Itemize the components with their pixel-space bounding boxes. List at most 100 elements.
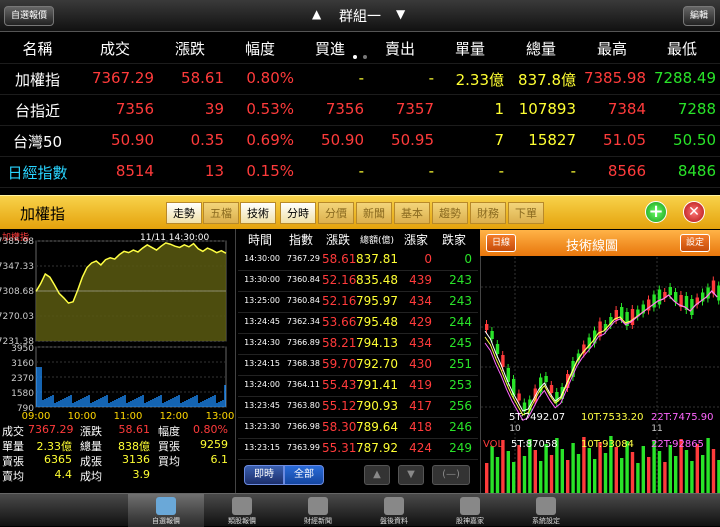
tab-4[interactable]: 分價 [318, 202, 354, 224]
tick-row[interactable]: 13:24:45 7362.34 53.66 795.48 429 244 [238, 312, 478, 334]
tick-cell: 245 [449, 336, 472, 350]
volume-bar [657, 451, 662, 493]
stat-label: 買張 [158, 440, 180, 453]
volume-bar [490, 446, 494, 493]
quote-row[interactable]: 加權指 7367.29 58.61 0.80% - - 2.33億 837.8億 7385.98… [0, 64, 720, 95]
tab-7[interactable]: 趨勢 [432, 202, 468, 224]
tick-cell: 794.13 [356, 336, 398, 350]
candle-body [630, 309, 635, 325]
tick-cell: 13:24:30 [244, 338, 280, 347]
volume-bar [684, 450, 689, 493]
daily-button[interactable]: 日線 [486, 234, 517, 252]
price-tick-label: 7385.98 [0, 237, 34, 247]
candlestick-chart[interactable]: 5T:7492.07 10T:7533.20 22T:7475.90 10 11 VOL 5… [481, 257, 720, 493]
bottom-nav: 自選報價 類股報價 財經新聞 盤後資料 股神嘉家 系統設定 [0, 493, 720, 527]
settings-button[interactable]: 設定 [680, 234, 711, 252]
tick-cell: 13:24:00 [244, 380, 280, 389]
column-header: 賣出 [384, 40, 415, 58]
tab-6[interactable]: 基本 [394, 202, 430, 224]
page-indicator-dot [353, 55, 357, 59]
quote-cell: 0.35 [190, 131, 224, 149]
nav-label: 股神嘉家 [456, 517, 484, 525]
tick-cell: 837.81 [356, 252, 398, 266]
tab-0[interactable]: 走勢 [166, 202, 202, 224]
nav-item-3[interactable]: 盤後資料 [356, 494, 432, 527]
candle-body [490, 331, 494, 339]
candle-body [690, 299, 694, 315]
nav-item-1[interactable]: 類股報價 [204, 494, 280, 527]
nav-item-2[interactable]: 財經新聞 [280, 494, 356, 527]
nav-label: 類股報價 [228, 517, 256, 525]
tick-row[interactable]: 13:25:00 7360.84 52.16 795.97 434 243 [238, 291, 478, 313]
tick-row[interactable]: 13:24:30 7366.89 58.21 794.13 434 245 [238, 333, 478, 355]
tick-header: 指數 [288, 233, 313, 247]
close-icon[interactable]: ✕ [683, 201, 705, 223]
volume-bar [647, 457, 651, 493]
tick-cell: 244 [449, 315, 472, 329]
quote-row[interactable]: 日經指數 8514 13 0.15% - - - - 8566 8486 [0, 157, 720, 188]
tick-cell: 55.43 [322, 378, 357, 392]
quote-row[interactable]: 台灣50 50.90 0.35 0.69% 50.90 50.95 7 15827 51.05 5… [0, 126, 720, 157]
tick-cell: 251 [449, 357, 472, 371]
tab-2[interactable]: 技術 [240, 202, 276, 224]
tick-cell: 434 [409, 294, 432, 308]
scroll-up-icon[interactable]: ▲ [364, 465, 390, 485]
tick-cell: 59.70 [322, 357, 357, 371]
tick-row[interactable]: 13:23:15 7363.99 55.31 787.92 424 249 [238, 438, 478, 460]
edit-button[interactable]: 編輯 [683, 6, 716, 26]
instant-button[interactable]: 即時 [244, 465, 284, 485]
tick-row[interactable]: 13:23:30 7366.98 58.30 789.64 418 246 [238, 417, 478, 439]
nav-item-0[interactable]: 自選報價 [128, 494, 204, 527]
tick-cell: 791.41 [356, 378, 398, 392]
quote-cell: - [428, 162, 434, 180]
minimize-icon[interactable]: (—) [432, 465, 470, 485]
tick-cell: 7363.80 [286, 401, 320, 410]
scroll-down-icon[interactable]: ▼ [398, 465, 424, 485]
candle-body [652, 294, 656, 308]
nav-item-4[interactable]: 股神嘉家 [432, 494, 508, 527]
volume-bar [576, 454, 581, 493]
volume-bar [614, 447, 618, 493]
quote-row[interactable]: 台指近 7356 39 0.53% 7356 7357 1 107893 7384 7288 [0, 95, 720, 126]
add-icon[interactable]: + [645, 201, 667, 223]
volume-tick-label: 1580 [11, 389, 34, 399]
tick-cell: 55.31 [322, 441, 357, 455]
column-header: 成交 [99, 40, 130, 58]
watchlist-button[interactable]: 自選報價 [4, 6, 55, 26]
volume-legend: 5T:87058 [511, 439, 558, 450]
quote-cell: - [428, 69, 434, 87]
ma-legend: 5T:7492.07 [509, 412, 565, 423]
tick-row[interactable]: 13:24:15 7368.38 59.70 792.70 430 251 [238, 354, 478, 376]
quote-name: 日經指數 [7, 164, 68, 182]
nav-item-5[interactable]: 系統設定 [508, 494, 584, 527]
quote-cell: 7356 [115, 100, 154, 118]
tick-row[interactable]: 14:30:00 7367.29 58.61 837.81 0 0 [238, 249, 478, 271]
tick-cell: 0 [464, 252, 472, 266]
tab-9[interactable]: 下單 [508, 202, 544, 224]
volume-bar [663, 462, 667, 493]
tick-cell: 13:25:00 [244, 296, 280, 305]
tab-3[interactable]: 分時 [280, 202, 316, 224]
next-group-arrow-icon[interactable]: ▼ [396, 7, 405, 21]
tab-5[interactable]: 新聞 [356, 202, 392, 224]
tab-8[interactable]: 財務 [470, 202, 506, 224]
page-indicator-dot [363, 55, 367, 59]
tick-row[interactable]: 13:24:00 7364.11 55.43 791.41 419 253 [238, 375, 478, 397]
candle-body [495, 344, 500, 354]
tick-row[interactable]: 13:30:00 7360.84 52.16 835.48 439 243 [238, 270, 478, 292]
quote-cell: 58.61 [181, 69, 224, 87]
tick-header: 總額(億) [359, 236, 395, 246]
stat-value: 58.61 [118, 423, 151, 436]
candle-body [598, 321, 602, 337]
technical-title: 技術線圖 [566, 239, 619, 254]
all-button[interactable]: 全部 [284, 465, 324, 485]
intraday-chart[interactable]: 7385.987347.337308.687270.037231.3839503… [0, 229, 236, 424]
nav-label: 盤後資料 [380, 517, 408, 525]
tick-row[interactable]: 13:23:45 7363.80 55.12 790.93 417 256 [238, 396, 478, 418]
tab-1[interactable]: 五檔 [203, 202, 239, 224]
volume-bar [485, 463, 489, 493]
volume-legend: 22T:92865 [651, 439, 704, 450]
tick-cell: 424 [409, 441, 432, 455]
candle-body [668, 287, 672, 295]
ma-legend: 10T:7533.20 [581, 412, 643, 423]
